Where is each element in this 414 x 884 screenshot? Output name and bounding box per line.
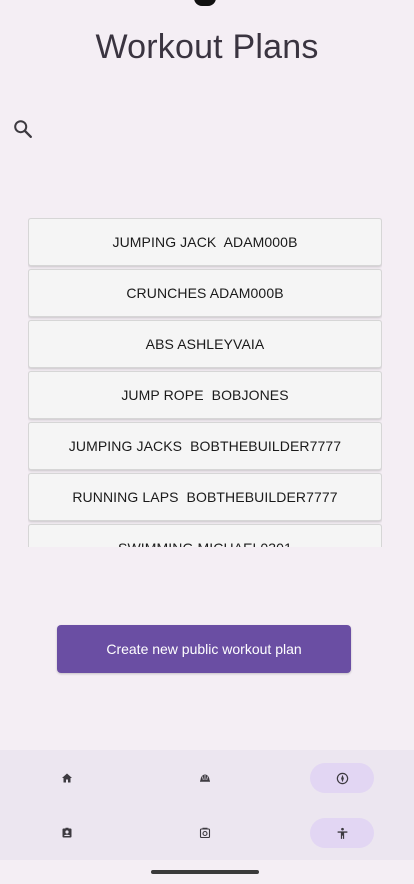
workout-plan-list[interactable]: JUMPING JACK ADAM000B CRUNCHES ADAM000B … (28, 218, 382, 547)
home-icon (61, 772, 73, 784)
workout-plan-item[interactable]: ABS ASHLEYVAIA (28, 320, 382, 368)
front-camera (194, 0, 216, 6)
workout-plan-item[interactable]: JUMP ROPE BOBJONES (28, 371, 382, 419)
bottom-navigation (0, 750, 414, 860)
nav-accessibility[interactable] (310, 818, 374, 848)
search-button[interactable] (10, 116, 36, 142)
nav-helmet[interactable] (173, 763, 237, 793)
search-icon (12, 118, 34, 140)
workout-plan-item[interactable]: CRUNCHES ADAM000B (28, 269, 382, 317)
create-workout-plan-button[interactable]: Create new public workout plan (57, 625, 351, 673)
accessibility-icon (336, 827, 349, 840)
page-title: Workout Plans (95, 28, 319, 66)
nav-compass[interactable] (310, 763, 374, 793)
camera-icon (199, 827, 211, 839)
compass-icon (336, 772, 349, 785)
contact-card-icon (61, 827, 73, 839)
nav-camera[interactable] (173, 818, 237, 848)
workout-plan-item[interactable]: JUMPING JACK ADAM000B (28, 218, 382, 266)
gesture-navigation-bar[interactable] (151, 870, 259, 874)
workout-plan-item[interactable]: SWIMMING MICHAEL0301 (28, 524, 382, 547)
nav-contacts[interactable] (35, 818, 99, 848)
workout-plan-item[interactable]: JUMPING JACKS BOBTHEBUILDER7777 (28, 422, 382, 470)
helmet-icon (199, 772, 211, 784)
nav-home[interactable] (35, 763, 99, 793)
workout-plan-item[interactable]: RUNNING LAPS BOBTHEBUILDER7777 (28, 473, 382, 521)
